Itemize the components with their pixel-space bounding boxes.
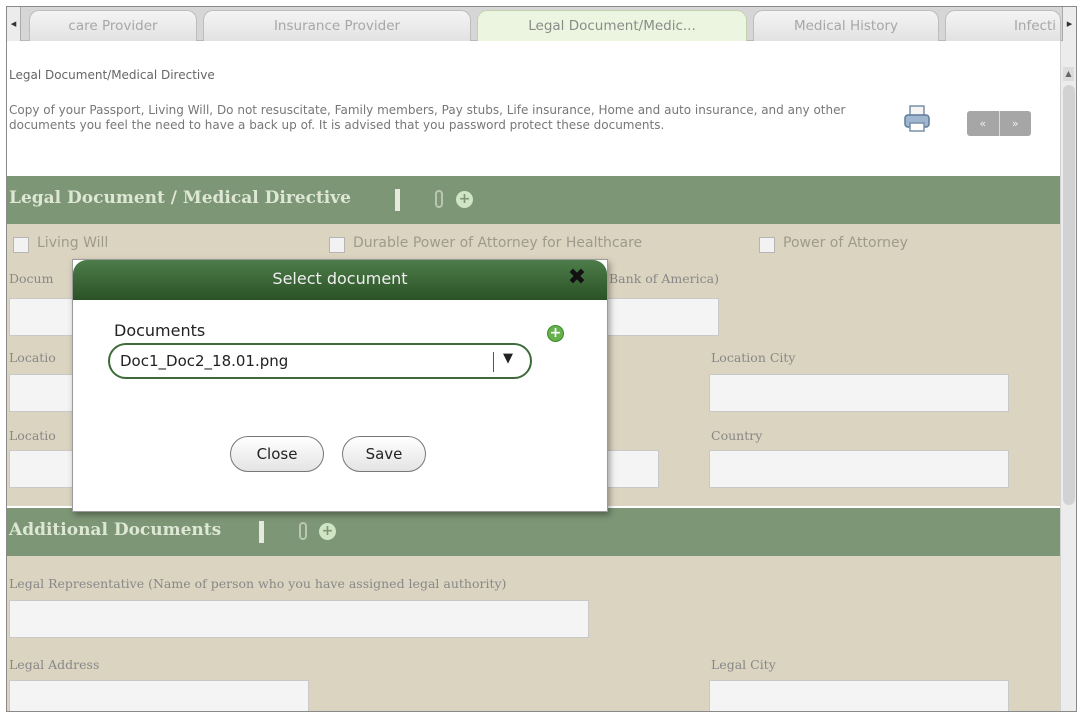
- tab-insurance-provider[interactable]: Insurance Provider: [203, 10, 471, 41]
- tab-scroll-right-button[interactable]: ▸: [1062, 7, 1076, 41]
- tab-legal-document[interactable]: Legal Document/Medic...: [477, 10, 747, 41]
- dialog-title: Select document: [272, 269, 408, 288]
- add-additional-document-icon[interactable]: +: [319, 523, 336, 540]
- pager-next-button[interactable]: »: [1000, 111, 1032, 136]
- location-city-input[interactable]: [709, 374, 1009, 412]
- paperclip-icon[interactable]: [435, 190, 443, 208]
- selected-document-value: Doc1_Doc2_18.01.png: [120, 352, 289, 370]
- durable-poa-checkbox[interactable]: [329, 237, 345, 253]
- add-document-plus-icon[interactable]: +: [547, 325, 564, 342]
- section-header-legal: Legal Document / Medical Directive +: [7, 176, 1060, 224]
- dropdown-arrow-icon[interactable]: ▼: [503, 351, 513, 366]
- tab-care-provider[interactable]: care Provider: [29, 10, 197, 41]
- documents-select[interactable]: Doc1_Doc2_18.01.png ▼: [108, 343, 532, 379]
- power-of-attorney-checkbox[interactable]: [759, 237, 775, 253]
- divider: [259, 521, 264, 543]
- living-will-checkbox[interactable]: [13, 237, 29, 253]
- save-button[interactable]: Save: [342, 436, 426, 472]
- page-description: Copy of your Passport, Living Will, Do n…: [9, 103, 846, 132]
- legal-representative-label: Legal Representative (Name of person who…: [9, 576, 507, 591]
- tab-scroll-left-button[interactable]: ◂: [7, 7, 21, 41]
- document-label: Docum: [9, 271, 54, 286]
- power-of-attorney-label: Power of Attorney: [783, 235, 908, 251]
- location-label-2: Locatio: [9, 428, 56, 443]
- legal-address-input[interactable]: [9, 680, 309, 711]
- country-input[interactable]: [709, 450, 1009, 488]
- bank-hint-label: Bank of America): [609, 271, 719, 286]
- section-title: Legal Document / Medical Directive: [9, 188, 351, 208]
- divider: [395, 189, 400, 211]
- close-icon[interactable]: ✖: [566, 267, 588, 289]
- vertical-scrollbar[interactable]: ▲: [1060, 41, 1076, 711]
- legal-city-input[interactable]: [709, 680, 1009, 711]
- paperclip-icon[interactable]: [299, 522, 307, 540]
- legal-address-label: Legal Address: [9, 657, 100, 672]
- legal-city-label: Legal City: [711, 657, 776, 672]
- tab-infectious[interactable]: Infecti: [945, 10, 1061, 41]
- record-pager: « »: [967, 111, 1031, 136]
- location-city-label: Location City: [711, 350, 796, 365]
- documents-label: Documents: [114, 321, 206, 340]
- select-divider: [493, 352, 494, 372]
- scroll-thumb[interactable]: [1063, 85, 1075, 505]
- dialog-header: Select document ✖: [73, 260, 607, 300]
- close-button[interactable]: Close: [230, 436, 324, 472]
- additional-documents-panel: Legal Representative (Name of person who…: [7, 556, 1060, 711]
- section-title-additional: Additional Documents: [9, 520, 222, 540]
- pager-prev-button[interactable]: «: [967, 111, 1000, 136]
- location-label: Locatio: [9, 350, 56, 365]
- living-will-label: Living Will: [37, 235, 109, 251]
- tab-medical-history[interactable]: Medical History: [753, 10, 939, 41]
- scroll-up-arrow-icon[interactable]: ▲: [1063, 67, 1074, 81]
- tab-bar: ◂ care Provider Insurance Provider Legal…: [7, 7, 1076, 41]
- page-title: Legal Document/Medical Directive: [9, 68, 215, 82]
- printer-icon[interactable]: [903, 104, 931, 134]
- legal-representative-input[interactable]: [9, 600, 589, 638]
- add-document-icon[interactable]: +: [456, 191, 473, 208]
- section-header-additional: Additional Documents +: [7, 508, 1060, 556]
- country-label: Country: [711, 428, 763, 443]
- select-document-dialog: Select document ✖ Documents + Doc1_Doc2_…: [72, 259, 608, 512]
- durable-poa-label: Durable Power of Attorney for Healthcare: [353, 235, 643, 251]
